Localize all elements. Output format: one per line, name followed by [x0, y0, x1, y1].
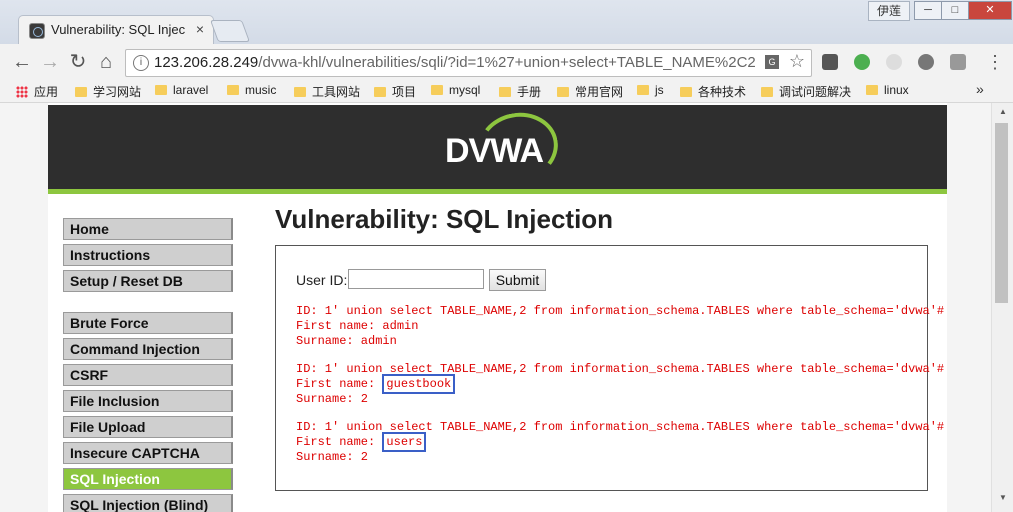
profile-badge[interactable]: 伊莲	[868, 1, 910, 21]
folder-icon	[499, 87, 511, 97]
userid-label: User ID:	[296, 272, 348, 288]
folder-icon	[227, 85, 239, 95]
new-tab-button[interactable]	[209, 20, 251, 42]
result-surname: Surname: 2	[296, 392, 369, 406]
result-block: ID: 1' union select TABLE_NAME,2 from in…	[296, 362, 944, 407]
menu-item-home[interactable]: Home	[63, 218, 233, 240]
bookmark-folder[interactable]: music	[227, 83, 276, 97]
folder-icon	[680, 87, 692, 97]
scrollbar-thumb[interactable]	[995, 123, 1008, 303]
submit-button[interactable]: Submit	[489, 269, 546, 291]
address-bar[interactable]: i 123.206.28.249/dvwa-khl/vulnerabilitie…	[125, 49, 812, 77]
folder-icon	[557, 87, 569, 97]
bookmark-folder[interactable]: 项目	[374, 83, 416, 100]
browser-toolbar: ← → ↻ ⌂ i 123.206.28.249/dvwa-khl/vulner…	[0, 44, 1013, 81]
folder-icon	[866, 85, 878, 95]
highlighted-table-name: guestbook	[382, 374, 456, 394]
reload-icon[interactable]: ↻	[68, 52, 88, 72]
folder-icon	[761, 87, 773, 97]
bookmarks-bar: 应用 学习网站 laravel music 工具网站 项目 mysql 手册 常…	[0, 80, 1013, 103]
close-window-button[interactable]: ✕	[968, 1, 1012, 20]
bookmark-folder[interactable]: linux	[866, 83, 909, 97]
url-text[interactable]: 123.206.28.249/dvwa-khl/vulnerabilities/…	[154, 54, 766, 71]
result-surname: Surname: 2	[296, 450, 369, 464]
folder-icon	[75, 87, 87, 97]
browser-tab[interactable]: Vulnerability: SQL Injec ×	[18, 15, 214, 45]
folder-icon	[374, 87, 386, 97]
page-title: Vulnerability: SQL Injection	[275, 204, 614, 234]
proxy-extension-icon[interactable]	[950, 54, 966, 70]
page-info-icon[interactable]: i	[133, 55, 149, 71]
menu-item-csrf[interactable]: CSRF	[63, 364, 233, 386]
menu-item-command-injection[interactable]: Command Injection	[63, 338, 233, 360]
back-icon[interactable]: ←	[12, 52, 32, 72]
dvwa-logo: DVWA	[445, 132, 544, 170]
menu-item-brute-force[interactable]: Brute Force	[63, 312, 233, 334]
folder-icon	[294, 87, 306, 97]
bookmark-folder[interactable]: 手册	[499, 83, 541, 100]
menu-item-file-inclusion[interactable]: File Inclusion	[63, 390, 233, 412]
dvwa-favicon-icon	[29, 23, 45, 39]
dvwa-container: DVWA Home Instructions Setup / Reset DB …	[48, 103, 947, 512]
ghost-extension-icon[interactable]	[886, 54, 902, 70]
userid-input[interactable]	[348, 269, 484, 289]
pocket-extension-icon[interactable]	[822, 54, 838, 70]
menu-item-sql-injection-blind[interactable]: SQL Injection (Blind)	[63, 494, 233, 512]
bookmarks-overflow-icon[interactable]: »	[976, 81, 984, 97]
result-id-line: ID: 1' union select TABLE_NAME,2 from in…	[296, 304, 945, 318]
browser-menu-icon[interactable]: ⋮	[986, 52, 1004, 73]
tab-title: Vulnerability: SQL Injec	[51, 22, 186, 37]
bookmark-folder[interactable]: 常用官网	[557, 83, 623, 100]
translate-icon[interactable]: G	[765, 55, 779, 69]
bookmark-folder[interactable]: mysql	[431, 83, 480, 97]
home-icon[interactable]: ⌂	[96, 52, 116, 72]
result-first-value: admin	[382, 319, 419, 333]
vertical-scrollbar[interactable]: ▲ ▼	[991, 103, 1013, 512]
apps-grid-icon	[16, 86, 28, 98]
highlighted-table-name: users	[382, 432, 427, 452]
page-viewport: DVWA Home Instructions Setup / Reset DB …	[0, 103, 991, 512]
bookmark-apps[interactable]: 应用	[16, 83, 58, 100]
result-surname: Surname: admin	[296, 334, 397, 348]
folder-icon	[155, 85, 167, 95]
dvwa-header: DVWA	[48, 105, 947, 194]
bookmark-folder[interactable]: 学习网站	[75, 83, 141, 100]
green-extension-icon[interactable]	[854, 54, 870, 70]
bookmark-folder[interactable]: 工具网站	[294, 83, 360, 100]
menu-item-setup[interactable]: Setup / Reset DB	[63, 270, 233, 292]
folder-icon	[637, 85, 649, 95]
folder-icon	[431, 85, 443, 95]
result-first-label: First name:	[296, 377, 383, 391]
menu-item-sql-injection[interactable]: SQL Injection	[63, 468, 233, 490]
bookmark-folder[interactable]: laravel	[155, 83, 208, 97]
minimize-button[interactable]: ─	[914, 1, 942, 20]
menu-item-instructions[interactable]: Instructions	[63, 244, 233, 266]
scroll-up-icon[interactable]: ▲	[999, 107, 1007, 116]
bookmark-folder[interactable]: 调试问题解决	[761, 83, 851, 100]
dvwa-side-menu: Home Instructions Setup / Reset DB Brute…	[63, 218, 233, 512]
shield-extension-icon[interactable]	[918, 54, 934, 70]
bookmark-folder[interactable]: 各种技术	[680, 83, 746, 100]
result-block: ID: 1' union select TABLE_NAME,2 from in…	[296, 304, 944, 349]
forward-icon[interactable]: →	[40, 52, 60, 72]
result-first-label: First name:	[296, 435, 383, 449]
menu-item-insecure-captcha[interactable]: Insecure CAPTCHA	[63, 442, 233, 464]
tab-close-icon[interactable]: ×	[196, 21, 204, 37]
bookmark-star-icon[interactable]: ☆	[789, 51, 805, 72]
maximize-button[interactable]: □	[941, 1, 969, 20]
result-first-label: First name:	[296, 319, 383, 333]
browser-titlebar: Vulnerability: SQL Injec × 伊莲 ─ □ ✕	[0, 0, 1013, 45]
vulnerable-code-area: User ID: Submit ID: 1' union select TABL…	[275, 245, 944, 491]
scroll-down-icon[interactable]: ▼	[999, 493, 1007, 502]
result-block: ID: 1' union select TABLE_NAME,2 from in…	[296, 420, 944, 465]
bookmark-folder[interactable]: js	[637, 83, 664, 97]
menu-item-file-upload[interactable]: File Upload	[63, 416, 233, 438]
